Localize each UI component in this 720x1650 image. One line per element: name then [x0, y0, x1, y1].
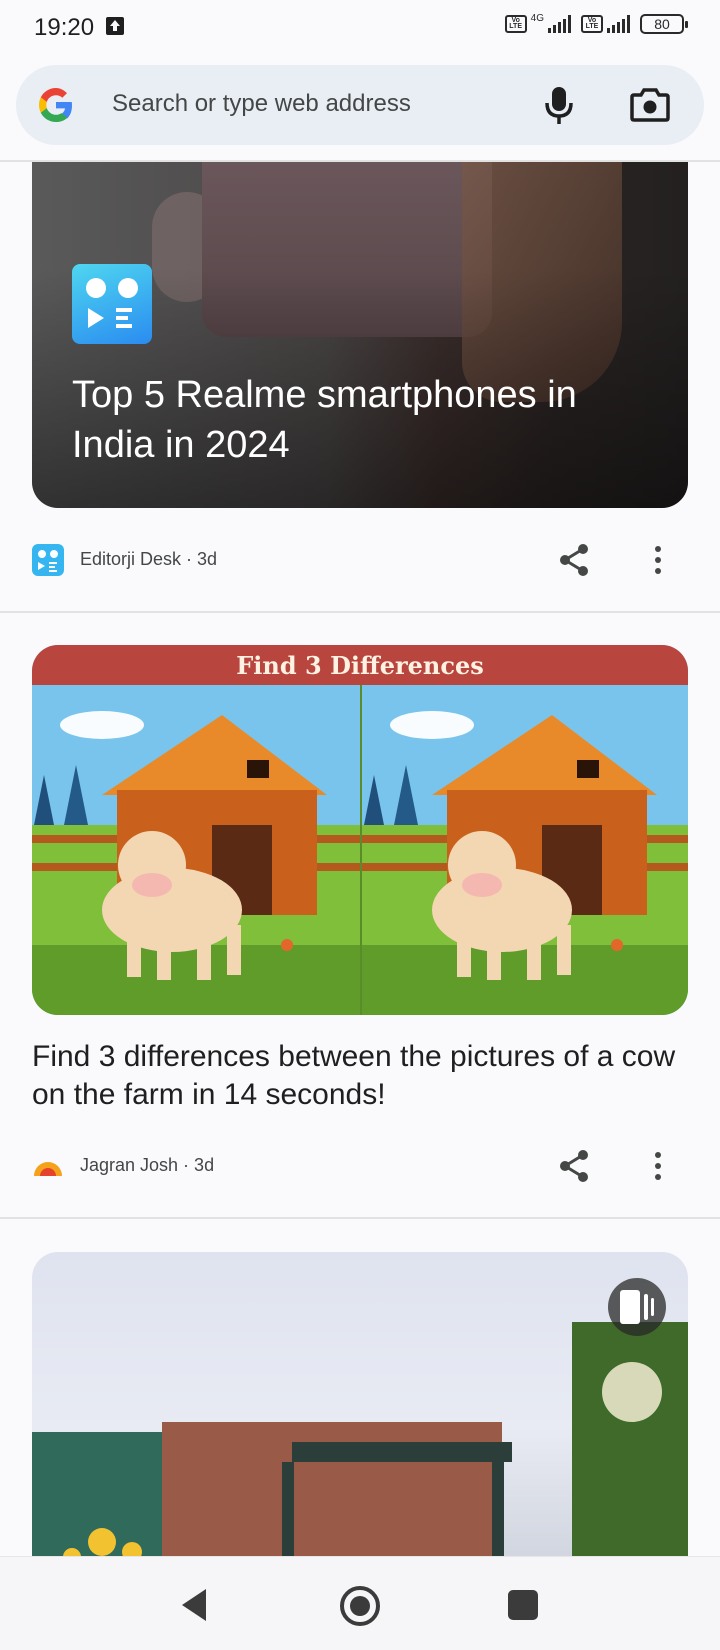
status-bar: 19:20 Vo LTE 4G Vo LTE 80 [0, 0, 720, 56]
article-card-image-2[interactable]: Find 3 Differences [32, 645, 688, 1015]
battery-icon: 80 [640, 14, 688, 34]
image-banner-text: Find 3 Differences [236, 651, 484, 680]
more-options-icon-2[interactable] [652, 1150, 664, 1182]
camera-icon[interactable] [630, 87, 670, 123]
video-badge-icon [608, 1278, 666, 1336]
article-title-2[interactable]: Find 3 differences between the pictures … [32, 1038, 688, 1114]
network-type-label: 4G [530, 12, 544, 24]
puzzle-image-left [32, 685, 360, 1015]
discover-feed[interactable]: Top 5 Realme smartphones in India in 202… [0, 162, 720, 1556]
home-icon[interactable] [339, 1585, 381, 1627]
share-icon-2[interactable] [556, 1148, 592, 1184]
volte-icon-2: Vo LTE [581, 15, 603, 33]
search-omnibox[interactable]: Search or type web address [16, 65, 704, 145]
article-meta-2: Jagran Josh · 3d [32, 1146, 688, 1186]
share-icon[interactable] [556, 542, 592, 578]
article-title[interactable]: Top 5 Realme smartphones in India in 202… [72, 370, 632, 470]
card-divider-2 [0, 1217, 720, 1219]
editorji-source-icon [32, 544, 64, 576]
search-input[interactable]: Search or type web address [112, 90, 411, 118]
recents-icon[interactable] [508, 1590, 538, 1620]
editorji-logo [72, 264, 152, 344]
upload-notification-icon [106, 17, 124, 35]
signal-strength-icon [548, 15, 571, 33]
article-card-image-3[interactable] [32, 1252, 688, 1556]
signal-strength-icon-2 [607, 15, 630, 33]
status-time: 19:20 [34, 14, 95, 41]
back-icon[interactable] [178, 1587, 210, 1623]
more-options-icon[interactable] [652, 544, 664, 576]
mic-icon[interactable] [542, 85, 576, 125]
article-source-2: Jagran Josh · 3d [80, 1155, 215, 1175]
article-source: Editorji Desk · 3d [80, 549, 218, 569]
card-divider [0, 611, 720, 613]
status-indicators: Vo LTE 4G Vo LTE 80 [504, 12, 688, 34]
article-meta: Editorji Desk · 3d [32, 540, 688, 580]
jagran-josh-source-icon [34, 1162, 62, 1176]
google-g-icon [39, 88, 72, 122]
article-card-image[interactable]: Top 5 Realme smartphones in India in 202… [32, 162, 688, 508]
volte-icon: Vo LTE [504, 15, 527, 33]
image-banner: Find 3 Differences [32, 645, 688, 685]
garden-image [32, 1322, 688, 1556]
system-navigation-bar [0, 1556, 720, 1650]
puzzle-image-right [360, 685, 688, 1015]
